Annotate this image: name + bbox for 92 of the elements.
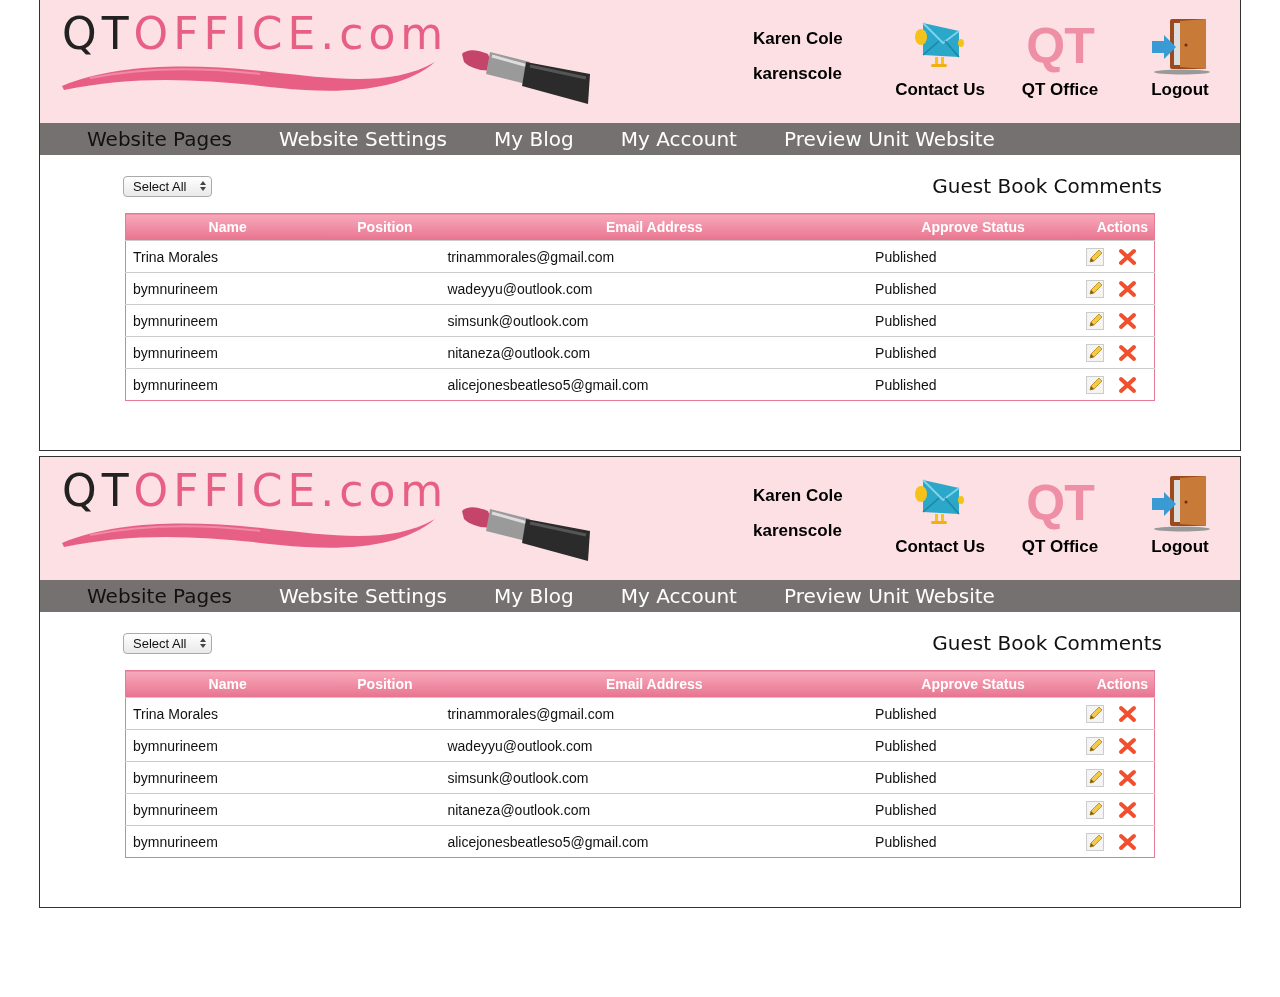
status-cell: Published [868, 793, 1078, 826]
name-cell: bymnurineem [125, 336, 330, 369]
status-cell: Published [868, 368, 1078, 401]
status-cell: Published [868, 697, 1078, 730]
delete-icon[interactable] [1118, 832, 1137, 851]
edit-icon[interactable] [1086, 247, 1104, 266]
logo-text: QTOFFICE.com [62, 469, 449, 513]
status-cell: Published [868, 240, 1078, 273]
name-cell: Trina Morales [125, 240, 330, 273]
column-header: Actions [1077, 670, 1155, 698]
nav-tab[interactable]: My Account [620, 584, 737, 608]
name-cell: Trina Morales [125, 697, 330, 730]
column-header: Approve Status [868, 670, 1078, 698]
header-link[interactable]: QT QT Office [1000, 16, 1120, 100]
status-cell: Published [868, 304, 1078, 337]
updown-arrows-icon [200, 638, 207, 648]
edit-icon[interactable] [1086, 800, 1104, 819]
name-cell: bymnurineem [125, 729, 330, 762]
name-cell: bymnurineem [125, 761, 330, 794]
email-cell: simsunk@outlook.com [440, 304, 869, 337]
name-cell: bymnurineem [125, 793, 330, 826]
status-cell: Published [868, 272, 1078, 305]
logo-icon: QT [1026, 21, 1094, 71]
header-link[interactable]: Logout [1120, 473, 1240, 557]
edit-icon[interactable] [1086, 375, 1104, 394]
edit-icon[interactable] [1086, 279, 1104, 298]
username: karenscole [753, 521, 843, 541]
name-cell: bymnurineem [125, 272, 330, 305]
column-header: Email Address [440, 670, 869, 698]
email-cell: alicejonesbeatleso5@gmail.com [440, 368, 869, 401]
column-header: Actions [1077, 213, 1155, 241]
logo-text: QTOFFICE.com [62, 12, 449, 56]
nav-tab[interactable]: My Account [620, 127, 737, 151]
edit-icon[interactable] [1086, 343, 1104, 362]
delete-icon[interactable] [1118, 375, 1137, 394]
column-header: Position [329, 670, 441, 698]
edit-icon[interactable] [1086, 736, 1104, 755]
column-header: Email Address [440, 213, 869, 241]
section-title: Guest Book Comments [932, 174, 1162, 198]
nav-tab[interactable]: Website Pages [87, 127, 232, 151]
nav-tab[interactable]: Preview Unit Website [783, 127, 995, 151]
user-name: Karen Cole [753, 29, 844, 49]
delete-icon[interactable] [1118, 736, 1137, 755]
header-link[interactable]: Contact Us [880, 473, 1000, 557]
delete-icon[interactable] [1118, 311, 1137, 330]
nav-tab[interactable]: Website Settings [278, 127, 448, 151]
status-cell: Published [868, 336, 1078, 369]
nav-tab[interactable]: Website Settings [278, 584, 448, 608]
name-cell: bymnurineem [125, 368, 330, 401]
username: karenscole [753, 64, 843, 84]
email-cell: wadeyyu@outlook.com [440, 729, 869, 762]
email-cell: wadeyyu@outlook.com [440, 272, 869, 305]
door-icon [1150, 474, 1210, 532]
select-all-dropdown[interactable]: Select All [123, 632, 213, 654]
delete-icon[interactable] [1118, 279, 1137, 298]
header-link[interactable]: QT QT Office [1000, 473, 1120, 557]
column-header: Position [329, 213, 441, 241]
email-cell: trinammorales@gmail.com [440, 240, 869, 273]
edit-icon[interactable] [1086, 704, 1104, 723]
email-cell: nitaneza@outlook.com [440, 336, 869, 369]
delete-icon[interactable] [1118, 704, 1137, 723]
door-icon [1150, 17, 1210, 75]
header-link[interactable]: Logout [1120, 16, 1240, 100]
status-cell: Published [868, 825, 1078, 858]
edit-icon[interactable] [1086, 768, 1104, 787]
header-link[interactable]: Contact Us [880, 16, 1000, 100]
column-header: Name [125, 213, 330, 241]
nav-tab[interactable]: Preview Unit Website [783, 584, 995, 608]
delete-icon[interactable] [1118, 343, 1137, 362]
select-all-dropdown[interactable]: Select All [123, 175, 213, 197]
status-cell: Published [868, 729, 1078, 762]
status-cell: Published [868, 761, 1078, 794]
column-header: Name [125, 670, 330, 698]
column-header: Approve Status [868, 213, 1078, 241]
edit-icon[interactable] [1086, 311, 1104, 330]
logo-icon: QT [1026, 478, 1094, 528]
email-cell: simsunk@outlook.com [440, 761, 869, 794]
nav-tab[interactable]: My Blog [494, 127, 574, 151]
email-cell: alicejonesbeatleso5@gmail.com [440, 825, 869, 858]
delete-icon[interactable] [1118, 800, 1137, 819]
delete-icon[interactable] [1118, 768, 1137, 787]
delete-icon[interactable] [1118, 247, 1137, 266]
name-cell: bymnurineem [125, 825, 330, 858]
edit-icon[interactable] [1086, 832, 1104, 851]
user-name: Karen Cole [753, 486, 844, 506]
nav-tab[interactable]: My Blog [494, 584, 574, 608]
updown-arrows-icon [200, 181, 207, 191]
section-title: Guest Book Comments [932, 631, 1162, 655]
email-cell: trinammorales@gmail.com [440, 697, 869, 730]
name-cell: bymnurineem [125, 304, 330, 337]
email-cell: nitaneza@outlook.com [440, 793, 869, 826]
nav-tab[interactable]: Website Pages [87, 584, 232, 608]
